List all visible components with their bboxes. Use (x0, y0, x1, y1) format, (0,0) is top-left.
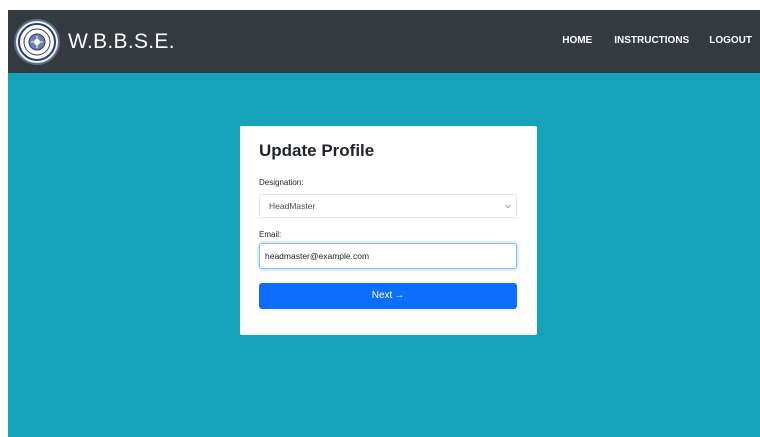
designation-label: Designation: (259, 178, 304, 187)
nav-logout-link[interactable]: LOGOUT (709, 35, 752, 47)
card-title: Update Profile (259, 141, 375, 160)
chevron-down-icon (505, 204, 511, 209)
designation-select[interactable]: HeadMaster (259, 194, 517, 218)
arrow-right-icon: → (394, 290, 405, 301)
navbar: W.B.B.S.E. HOME INSTRUCTIONS LOGOUT (8, 10, 760, 73)
nav-instructions-link[interactable]: INSTRUCTIONS (614, 35, 689, 47)
app-frame: W.B.B.S.E. HOME INSTRUCTIONS LOGOUT Upda… (8, 10, 760, 437)
nav-links: HOME INSTRUCTIONS LOGOUT (562, 35, 760, 47)
designation-selected-value: HeadMaster (269, 201, 316, 211)
email-label: Email: (259, 230, 282, 239)
update-profile-card: Update Profile Designation: HeadMaster E… (240, 126, 537, 335)
brand-name[interactable]: W.B.B.S.E. (68, 30, 175, 54)
wbbse-emblem-icon (14, 19, 60, 65)
next-button-label: Next (371, 290, 393, 301)
email-field[interactable] (259, 243, 517, 269)
next-button[interactable]: Next → (259, 283, 517, 309)
nav-home-link[interactable]: HOME (562, 35, 592, 47)
main-content: Update Profile Designation: HeadMaster E… (8, 73, 760, 437)
